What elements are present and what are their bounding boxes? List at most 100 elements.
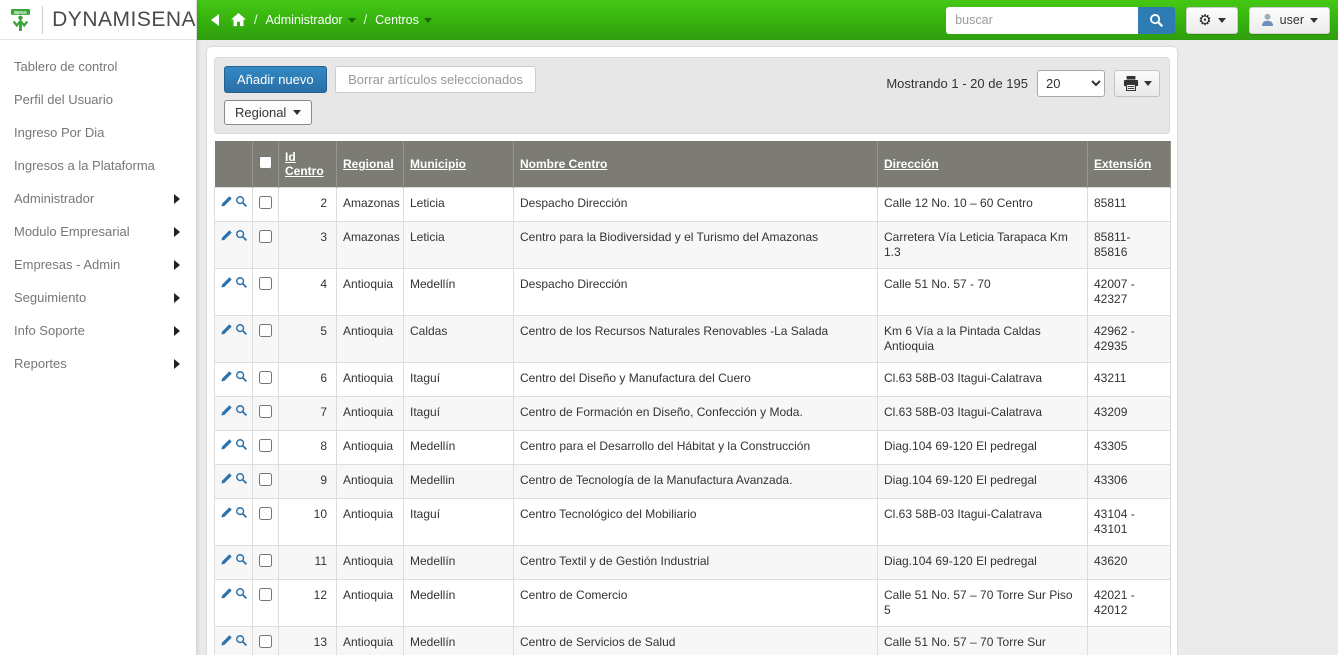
row-checkbox[interactable] <box>259 405 272 418</box>
search-button[interactable] <box>1138 7 1175 34</box>
cell-regional: Antioquia <box>337 465 404 499</box>
print-button[interactable] <box>1114 70 1160 97</box>
user-menu-button[interactable]: user <box>1249 7 1330 34</box>
view-icon[interactable] <box>235 323 248 340</box>
home-icon[interactable] <box>231 13 246 27</box>
sidebar-item-seguimiento[interactable]: Seguimiento <box>0 281 196 314</box>
row-checkbox[interactable] <box>259 230 272 243</box>
edit-icon[interactable] <box>220 634 233 651</box>
sidebar-item-ingreso-por-dia[interactable]: Ingreso Por Dia <box>0 116 196 149</box>
cell-extension: 42962 - 42935 <box>1088 316 1171 363</box>
row-checkbox[interactable] <box>259 588 272 601</box>
table-row: 13AntioquiaMedellínCentro de Servicios d… <box>215 627 1171 655</box>
edit-icon[interactable] <box>220 276 233 293</box>
chevron-down-icon <box>293 110 301 115</box>
row-checkbox[interactable] <box>259 324 272 337</box>
row-checkbox[interactable] <box>259 371 272 384</box>
view-icon[interactable] <box>235 276 248 293</box>
showing-label: Mostrando 1 - 20 de 195 <box>886 76 1028 91</box>
sidebar-item-label: Administrador <box>14 191 94 206</box>
row-checkbox[interactable] <box>259 554 272 567</box>
cell-extension: 42021 - 42012 <box>1088 580 1171 627</box>
sidebar-item-modulo-empresarial[interactable]: Modulo Empresarial <box>0 215 196 248</box>
cell-direccion: Km 6 Vía a la Pintada Caldas Antioquia <box>878 316 1088 363</box>
cell-id: 8 <box>279 431 337 465</box>
regional-filter-button[interactable]: Regional <box>224 100 312 125</box>
view-icon[interactable] <box>235 195 248 212</box>
view-icon[interactable] <box>235 229 248 246</box>
search-icon <box>1149 13 1164 28</box>
cell-municipio: Medellin <box>404 465 514 499</box>
submenu-arrow-icon <box>174 260 180 270</box>
cell-direccion: Diag.104 69-120 El pedregal <box>878 465 1088 499</box>
view-icon[interactable] <box>235 553 248 570</box>
select-all-checkbox[interactable] <box>259 156 272 169</box>
view-icon[interactable] <box>235 506 248 523</box>
submenu-arrow-icon <box>174 359 180 369</box>
search-group <box>946 7 1175 34</box>
edit-icon[interactable] <box>220 506 233 523</box>
table-row: 9AntioquiaMedellinCentro de Tecnología d… <box>215 465 1171 499</box>
search-input[interactable] <box>946 7 1138 34</box>
page-size-select[interactable]: 20 <box>1037 70 1105 97</box>
sidebar-item-info-soporte[interactable]: Info Soporte <box>0 314 196 347</box>
cell-extension: 43209 <box>1088 397 1171 431</box>
table-row: 3AmazonasLeticiaCentro para la Biodivers… <box>215 222 1171 269</box>
table-row: 4AntioquiaMedellínDespacho DirecciónCall… <box>215 269 1171 316</box>
edit-icon[interactable] <box>220 404 233 421</box>
view-icon[interactable] <box>235 404 248 421</box>
column-header-municipio: Municipio <box>404 141 514 188</box>
row-checkbox[interactable] <box>259 473 272 486</box>
edit-icon[interactable] <box>220 195 233 212</box>
cell-nombre: Centro de Comercio <box>514 580 878 627</box>
cell-id: 5 <box>279 316 337 363</box>
collapse-sidebar-icon[interactable] <box>211 14 219 26</box>
cell-nombre: Centro de los Recursos Naturales Renovab… <box>514 316 878 363</box>
cell-id: 9 <box>279 465 337 499</box>
view-icon[interactable] <box>235 634 248 651</box>
settings-button[interactable]: ⚙ <box>1186 7 1237 34</box>
sidebar-item-ingresos-a-la-plataforma[interactable]: Ingresos a la Plataforma <box>0 149 196 182</box>
sidebar-item-perfil-del-usuario[interactable]: Perfil del Usuario <box>0 83 196 116</box>
breadcrumb-centros[interactable]: Centros <box>375 13 432 27</box>
edit-icon[interactable] <box>220 587 233 604</box>
grid-toolbar: Añadir nuevo Borrar artículos selecciona… <box>214 57 1170 134</box>
cell-id: 13 <box>279 627 337 655</box>
edit-icon[interactable] <box>220 553 233 570</box>
add-new-button[interactable]: Añadir nuevo <box>224 66 327 93</box>
edit-icon[interactable] <box>220 229 233 246</box>
cell-nombre: Centro de Servicios de Salud <box>514 627 878 655</box>
column-header-id-centro: Id Centro <box>279 141 337 188</box>
row-checkbox[interactable] <box>259 277 272 290</box>
actions-column-header <box>215 141 253 188</box>
edit-icon[interactable] <box>220 370 233 387</box>
sidebar-item-empresas-admin[interactable]: Empresas - Admin <box>0 248 196 281</box>
cell-municipio: Itaguí <box>404 499 514 546</box>
row-checkbox[interactable] <box>259 196 272 209</box>
edit-icon[interactable] <box>220 438 233 455</box>
sidebar-item-administrador[interactable]: Administrador <box>0 182 196 215</box>
view-icon[interactable] <box>235 472 248 489</box>
cell-municipio: Medellín <box>404 546 514 580</box>
view-icon[interactable] <box>235 370 248 387</box>
cell-id: 11 <box>279 546 337 580</box>
sidebar-item-reportes[interactable]: Reportes <box>0 347 196 380</box>
row-checkbox[interactable] <box>259 507 272 520</box>
sidebar-menu: Tablero de controlPerfil del UsuarioIngr… <box>0 40 196 380</box>
edit-icon[interactable] <box>220 472 233 489</box>
breadcrumb-administrador[interactable]: Administrador <box>265 13 355 27</box>
view-icon[interactable] <box>235 438 248 455</box>
sidebar-item-tablero-de-control[interactable]: Tablero de control <box>0 50 196 83</box>
sidebar-item-label: Reportes <box>14 356 67 371</box>
centros-table: Id Centro Regional Municipio Nombre Cent… <box>214 141 1171 655</box>
delete-selected-button[interactable]: Borrar artículos seleccionados <box>335 66 536 93</box>
logo-area: SENA DYNAMISENA <box>0 0 196 40</box>
cell-regional: Antioquia <box>337 269 404 316</box>
edit-icon[interactable] <box>220 323 233 340</box>
printer-icon <box>1123 76 1139 91</box>
view-icon[interactable] <box>235 587 248 604</box>
row-checkbox[interactable] <box>259 635 272 648</box>
row-checkbox[interactable] <box>259 439 272 452</box>
chevron-down-icon <box>1144 81 1152 86</box>
cell-id: 3 <box>279 222 337 269</box>
